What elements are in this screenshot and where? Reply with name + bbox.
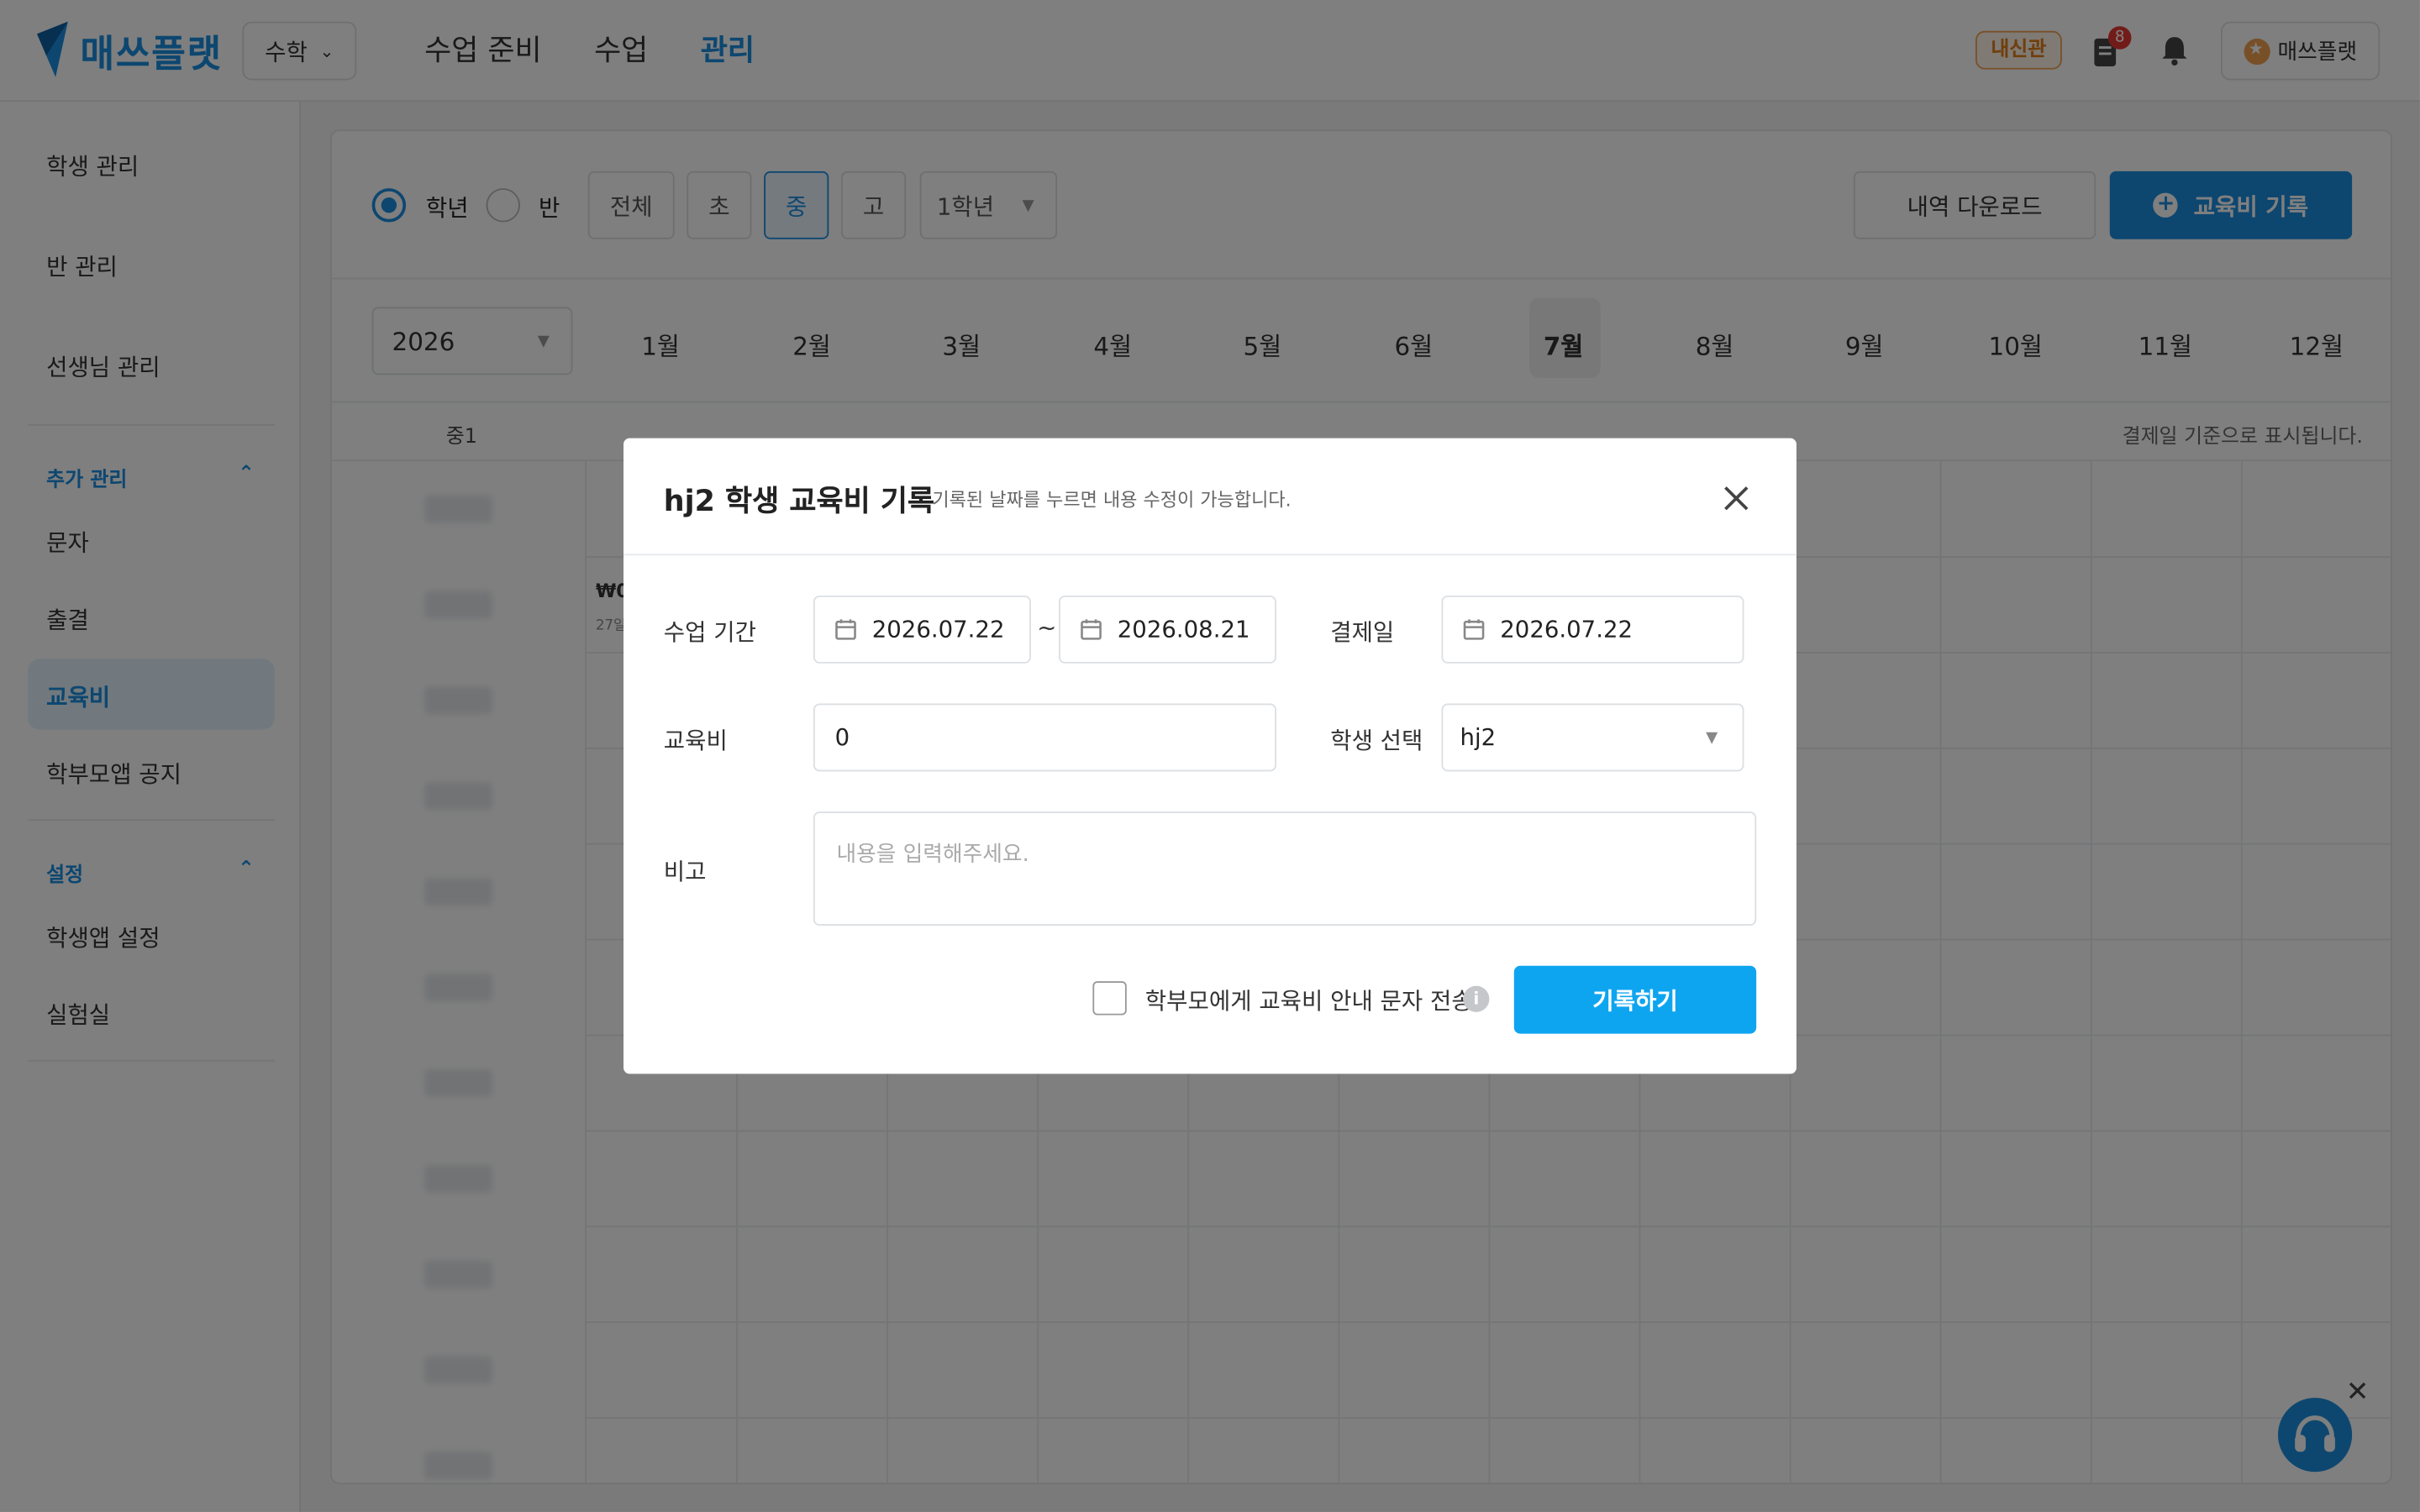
fee-value: 0 (834, 723, 850, 752)
calendar-icon (835, 619, 856, 640)
tuition-record-modal: hj2 학생 교육비 기록 기록된 날짜를 누르면 내용 수정이 가능합니다. … (623, 438, 1797, 1074)
student-select-label: 학생 선택 (1330, 727, 1423, 755)
pay-date-label: 결제일 (1330, 618, 1395, 647)
period-end-value: 2026.08.21 (1117, 615, 1250, 643)
modal-title: hj2 학생 교육비 기록 (663, 484, 935, 519)
memo-textarea[interactable]: 내용을 입력해주세요. (813, 811, 1757, 927)
period-start-field[interactable]: 2026.07.22 (813, 595, 1031, 664)
period-end-field[interactable]: 2026.08.21 (1058, 595, 1276, 664)
info-icon[interactable]: i (1463, 985, 1490, 1012)
caret-down-icon: ▼ (1706, 728, 1718, 747)
period-label: 수업 기간 (663, 618, 756, 647)
submit-record-button[interactable]: 기록하기 (1513, 965, 1757, 1034)
calendar-icon (1081, 619, 1102, 640)
period-separator: ~ (1037, 614, 1057, 643)
memo-label: 비고 (663, 858, 707, 886)
sms-checkbox-label: 학부모에게 교육비 안내 문자 전송 (1144, 987, 1473, 1016)
sms-checkbox[interactable] (1092, 981, 1127, 1016)
pay-date-value: 2026.07.22 (1500, 615, 1634, 643)
pay-date-field[interactable]: 2026.07.22 (1441, 595, 1744, 664)
close-icon[interactable] (1719, 481, 1753, 515)
fee-label: 교육비 (663, 727, 728, 755)
calendar-icon (1463, 619, 1485, 640)
student-select-value: hj2 (1460, 723, 1497, 752)
modal-subtitle: 기록된 날짜를 누르면 내용 수정이 가능합니다. (932, 489, 1292, 511)
student-select[interactable]: hj2 ▼ (1441, 703, 1744, 772)
fee-input[interactable]: 0 (813, 703, 1276, 772)
modal-header: hj2 학생 교육비 기록 기록된 날짜를 누르면 내용 수정이 가능합니다. (623, 438, 1797, 556)
period-start-value: 2026.07.22 (871, 615, 1005, 643)
